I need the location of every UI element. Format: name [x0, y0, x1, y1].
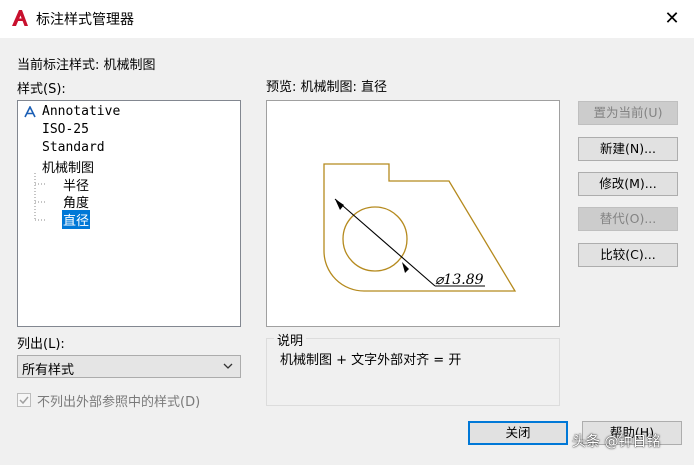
style-child-diameter[interactable]: 直径 — [62, 210, 91, 229]
preview-canvas: ⌀13.89 — [266, 100, 560, 327]
arrowhead-lower — [402, 262, 409, 273]
tree-connector-lines — [34, 173, 46, 221]
close-button[interactable]: 关闭 — [468, 421, 568, 445]
list-filter-dropdown[interactable]: 所有样式 — [17, 355, 241, 378]
style-item-iso25[interactable]: ISO-25 — [42, 122, 89, 137]
autocad-app-icon — [12, 10, 28, 26]
preview-label: 预览: 机械制图: 直径 — [266, 80, 388, 95]
list-filter-label: 列出(L): — [17, 337, 65, 352]
dimension-line — [334, 198, 436, 287]
override-style-button[interactable]: 替代(O)... — [578, 207, 678, 231]
description-text: 机械制图 + 文字外部对齐 = 开 — [280, 353, 462, 368]
style-item-annotative[interactable]: Annotative — [42, 104, 120, 119]
annotative-icon — [24, 106, 36, 118]
preview-drawing: ⌀13.89 — [323, 163, 517, 292]
new-style-button[interactable]: 新建(N)... — [578, 137, 678, 161]
compare-styles-button[interactable]: 比较(C)... — [578, 243, 678, 267]
modify-style-button[interactable]: 修改(M)... — [578, 172, 678, 196]
style-child-angular[interactable]: 角度 — [63, 192, 89, 211]
xref-checkbox[interactable] — [17, 393, 31, 407]
description-label: 说明 — [274, 330, 307, 349]
watermark: 头条 @钟日铭 — [572, 434, 661, 450]
current-style-label: 当前标注样式: 机械制图 — [17, 58, 156, 73]
xref-checkbox-label: 不列出外部参照中的样式(D) — [37, 395, 201, 410]
part-hole — [342, 206, 408, 272]
styles-label: 样式(S): — [17, 82, 66, 97]
window-title: 标注样式管理器 — [36, 12, 134, 28]
chevron-down-icon — [223, 363, 233, 369]
dimension-text: ⌀13.89 — [435, 272, 484, 288]
style-item-standard[interactable]: Standard — [42, 140, 105, 155]
styles-tree[interactable]: Annotative ISO-25 Standard 机械制图 半径 角度 直径 — [17, 100, 241, 327]
set-current-button[interactable]: 置为当前(U) — [578, 101, 678, 125]
close-window-button[interactable]: ✕ — [659, 6, 685, 32]
check-icon — [19, 396, 29, 405]
list-filter-value: 所有样式 — [22, 363, 75, 378]
arrowhead-upper — [335, 199, 344, 210]
